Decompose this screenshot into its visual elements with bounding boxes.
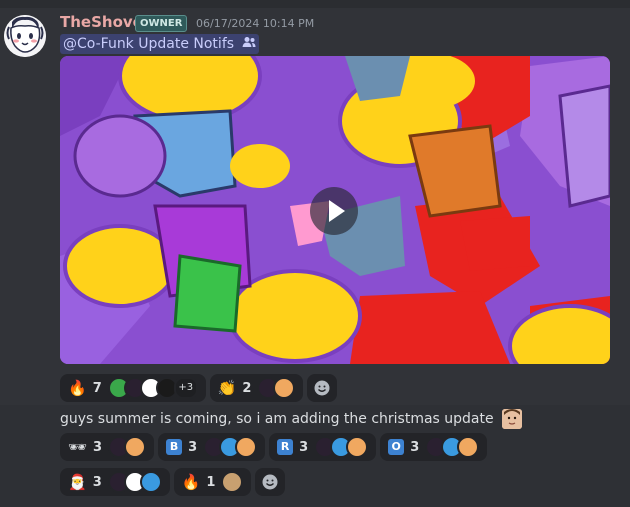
message-theshovel: TheShovel OWNER 06/17/2024 10:14 PM @Co-… [0, 8, 630, 405]
reaction-santa[interactable]: 🎅 3 [60, 468, 170, 496]
reactions-bar: 🎅 3 🔥 1 [60, 468, 286, 496]
face-emoji [502, 409, 523, 429]
fire-emoji: 🔥 [181, 472, 201, 491]
letter-r-emoji: R [277, 439, 294, 455]
avatar [273, 377, 296, 399]
reaction-fire[interactable]: 🔥 7 +3 [60, 374, 206, 402]
reaction-count: 3 [410, 439, 420, 455]
reaction-fire[interactable]: 🔥 1 [173, 468, 252, 496]
more-reactors-badge: +3 [173, 377, 198, 399]
message-followup: guys summer is coming, so i am adding th… [0, 405, 630, 507]
avatar [124, 436, 147, 458]
reaction-sunglasses[interactable]: 🕶 3 [60, 433, 155, 461]
reactor-avatars [425, 436, 480, 458]
video-attachment[interactable] [60, 56, 610, 364]
reaction-count: 1 [206, 474, 216, 490]
message-text: guys summer is coming, so i am adding th… [60, 409, 523, 429]
avatar [221, 471, 244, 493]
mention-text: @Co-Funk Update Notifs [63, 36, 235, 52]
reactor-avatars [221, 471, 244, 493]
reaction-count: 3 [188, 439, 198, 455]
avatar [235, 436, 258, 458]
role-badge: OWNER [135, 15, 188, 32]
reactor-avatars [108, 436, 147, 458]
play-icon[interactable] [310, 187, 358, 235]
avatar [457, 436, 480, 458]
letter-o-emoji: O [388, 439, 405, 455]
avatar [139, 471, 162, 493]
reactor-avatars [314, 436, 369, 458]
reactor-avatars [257, 377, 296, 399]
reactor-avatars [107, 471, 162, 493]
letter-b-emoji: B [166, 439, 183, 455]
sunglasses-emoji: 🕶 [68, 437, 88, 456]
fire-emoji: 🔥 [68, 378, 87, 397]
reaction-count: 3 [93, 439, 103, 455]
timestamp: 06/17/2024 10:14 PM [196, 17, 315, 30]
reaction-count: 3 [92, 474, 102, 490]
role-mention[interactable]: @Co-Funk Update Notifs [60, 34, 259, 54]
reaction-count: 2 [242, 380, 252, 396]
reactions-bar: 🕶 3 B 3 R 3 O 3 [60, 433, 488, 461]
reactor-avatars [203, 436, 258, 458]
reaction-letter-b[interactable]: B 3 [158, 433, 266, 461]
message-content: guys summer is coming, so i am adding th… [60, 411, 494, 427]
avatar[interactable] [4, 15, 46, 57]
reaction-count: 3 [299, 439, 309, 455]
reactions-bar: 🔥 7 +3 👏 2 [60, 374, 338, 402]
reaction-clap[interactable]: 👏 2 [209, 374, 304, 402]
previous-message-edge [0, 0, 630, 8]
smiley-add-icon[interactable] [255, 468, 286, 496]
smiley-add-icon[interactable] [307, 374, 338, 402]
reaction-letter-o[interactable]: O 3 [380, 433, 488, 461]
people-icon [242, 34, 256, 54]
avatar [346, 436, 369, 458]
clap-emoji: 👏 [217, 378, 237, 397]
santa-emoji: 🎅 [68, 472, 87, 491]
reactor-avatars: +3 [107, 377, 198, 399]
reaction-count: 7 [92, 380, 102, 396]
reaction-letter-r[interactable]: R 3 [269, 433, 377, 461]
